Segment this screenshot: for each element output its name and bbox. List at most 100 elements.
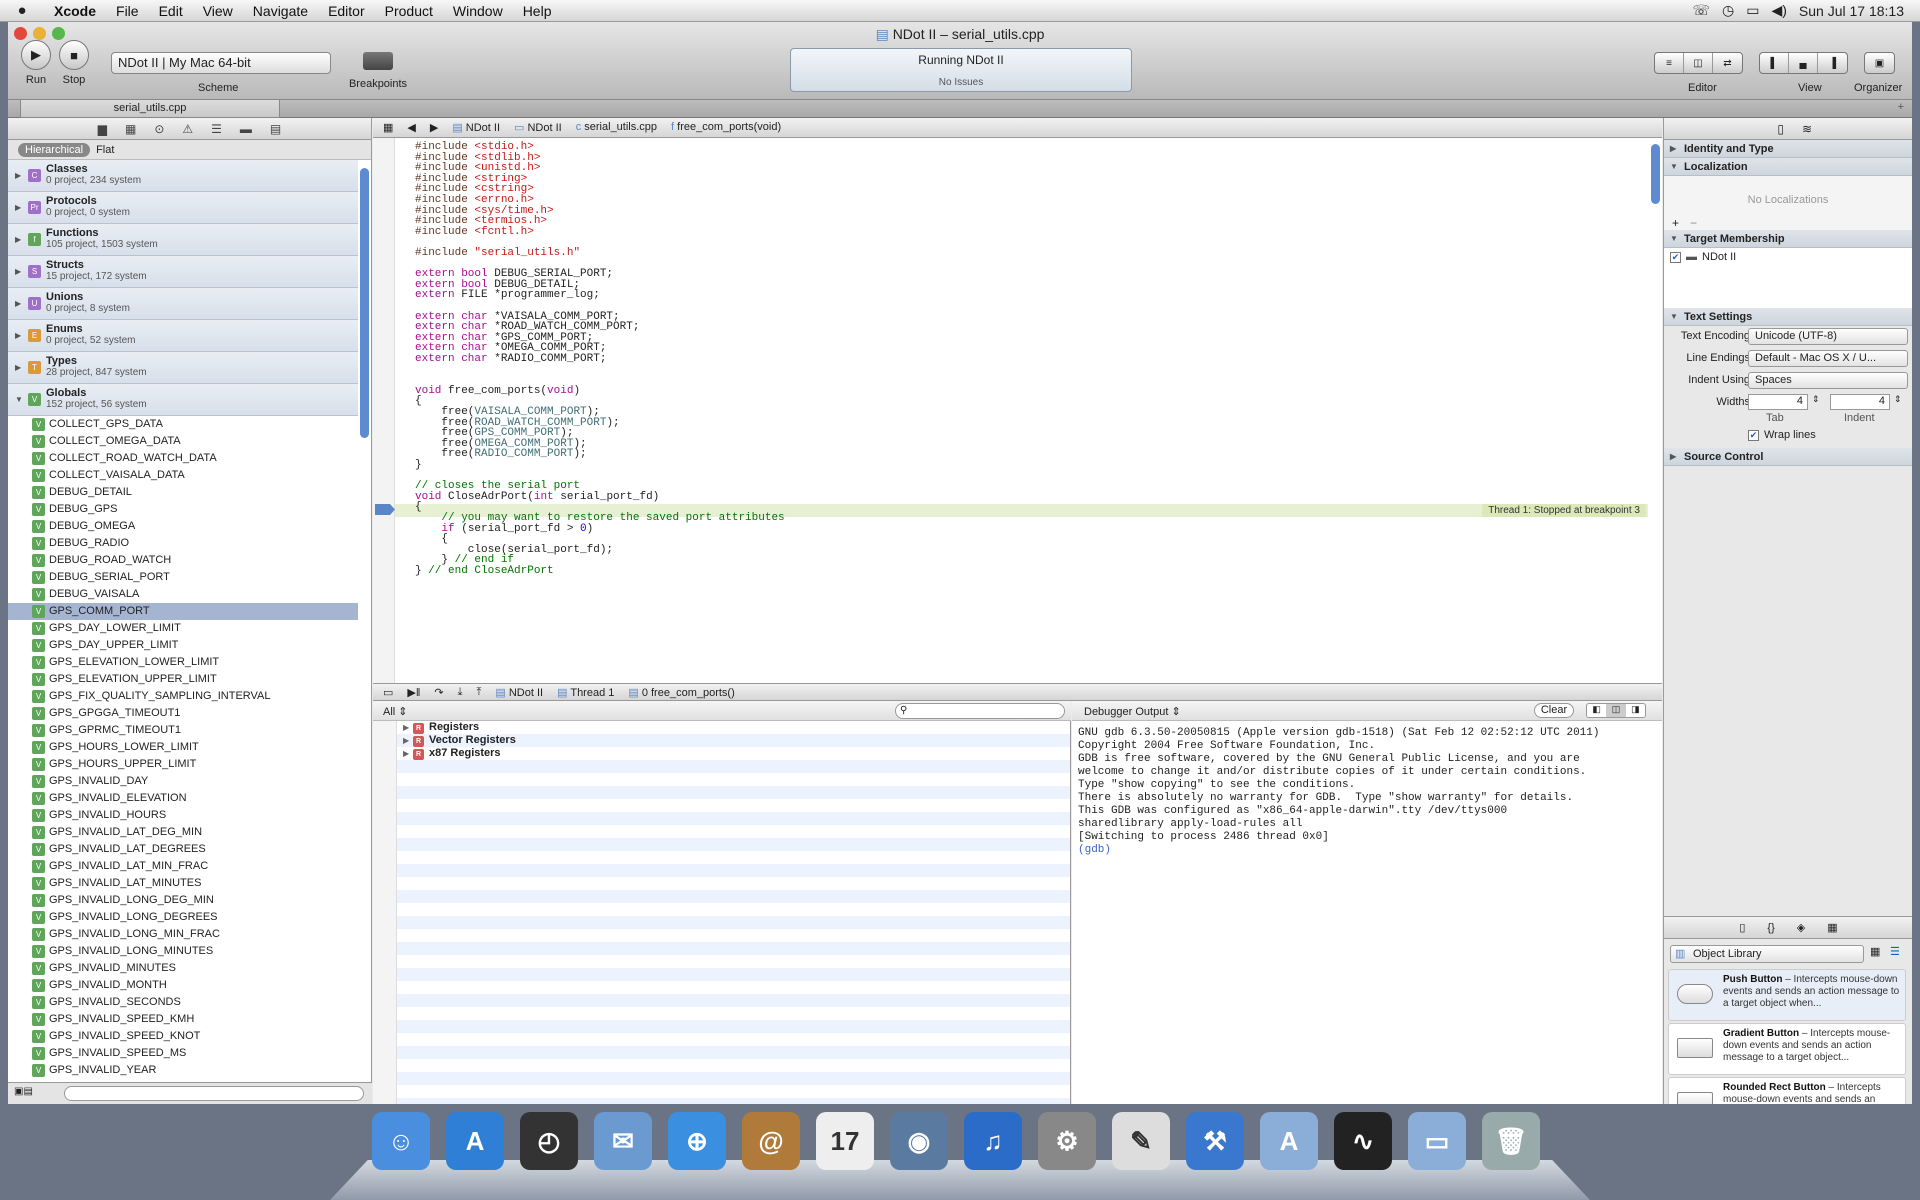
code-snippet-library-icon[interactable]: {} <box>1767 922 1774 934</box>
menu-product[interactable]: Product <box>375 3 443 19</box>
itunes-icon[interactable]: ♫ <box>964 1112 1022 1170</box>
dashboard-icon[interactable]: ◴ <box>520 1112 578 1170</box>
global-symbol-item[interactable]: V GPS_ELEVATION_UPPER_LIMIT <box>8 671 358 688</box>
console-output-popup[interactable]: Debugger Output ⇕ <box>1084 705 1181 718</box>
symbol-group[interactable]: ▶ S Structs 15 project, 172 system <box>8 256 358 288</box>
debug-jump-item[interactable]: ▤ Thread 1 <box>557 686 614 699</box>
global-symbol-item[interactable]: V GPS_INVALID_SPEED_KNOT <box>8 1028 358 1045</box>
global-symbol-item[interactable]: V GPS_FIX_QUALITY_SAMPLING_INTERVAL <box>8 688 358 705</box>
text-encoding-popup[interactable]: Unicode (UTF-8) <box>1748 328 1908 345</box>
symbol-group[interactable]: ▶ E Enums 0 project, 52 system <box>8 320 358 352</box>
library-item[interactable]: Gradient Button – Intercepts mouse-down … <box>1668 1023 1906 1075</box>
view-segmented-control[interactable]: ▌ ▄ ▐ <box>1759 52 1848 74</box>
symbol-group[interactable]: ▶ U Unions 0 project, 8 system <box>8 288 358 320</box>
disclosure-right-icon[interactable]: ▶ <box>403 721 409 734</box>
global-symbol-item[interactable]: V COLLECT_ROAD_WATCH_DATA <box>8 450 358 467</box>
console-only-icon[interactable]: ◨ <box>1626 704 1645 717</box>
navigator-scrollbar[interactable] <box>360 168 369 438</box>
tab-width-field[interactable]: 4 <box>1748 394 1808 410</box>
console-layout-control[interactable]: ◧ ◫ ◨ <box>1586 703 1646 718</box>
global-symbol-item[interactable]: V GPS_HOURS_LOWER_LIMIT <box>8 739 358 756</box>
tab-width-stepper[interactable]: ⇕ <box>1812 394 1820 405</box>
symbol-navigator-icon[interactable]: ▦ <box>125 122 136 136</box>
wrap-lines-checkbox[interactable]: ✔ <box>1748 430 1759 441</box>
breakpoints-button[interactable]: Breakpoints <box>338 50 418 90</box>
finder-icon[interactable]: ☺ <box>372 1112 430 1170</box>
variables-search-input[interactable]: ⚲ <box>895 703 1065 719</box>
textedit-icon[interactable]: ✎ <box>1112 1112 1170 1170</box>
global-symbol-item[interactable]: V GPS_DAY_LOWER_LIMIT <box>8 620 358 637</box>
disclosure-right-icon[interactable]: ▶ <box>403 734 409 747</box>
disclosure-right-icon[interactable]: ▶ <box>15 203 21 212</box>
related-files-icon[interactable]: ▦ <box>383 121 393 134</box>
breakpoint-navigator-icon[interactable]: ▬ <box>240 122 252 136</box>
global-symbol-item[interactable]: V GPS_INVALID_SECONDS <box>8 994 358 1011</box>
address-book-icon[interactable]: @ <box>742 1112 800 1170</box>
debug-toggle-icon[interactable]: ▄ <box>1789 53 1818 73</box>
filter-options-icon[interactable]: ▣▤ <box>14 1086 33 1097</box>
disclosure-right-icon[interactable]: ▶ <box>15 171 21 180</box>
global-symbol-item[interactable]: V DEBUG_SERIAL_PORT <box>8 569 358 586</box>
global-symbol-item[interactable]: V GPS_INVALID_YEAR <box>8 1062 358 1079</box>
applications-folder-icon[interactable]: A <box>1260 1112 1318 1170</box>
menu-editor[interactable]: Editor <box>318 3 375 19</box>
localization-section-header[interactable]: ▼ Localization <box>1664 158 1912 176</box>
global-symbol-item[interactable]: V GPS_INVALID_MONTH <box>8 977 358 994</box>
gutter[interactable] <box>373 138 395 683</box>
global-symbol-item[interactable]: V DEBUG_OMEGA <box>8 518 358 535</box>
global-symbol-item[interactable]: V COLLECT_OMEGA_DATA <box>8 433 358 450</box>
both-views-icon[interactable]: ◫ <box>1606 704 1626 717</box>
global-symbol-item[interactable]: V GPS_INVALID_SPEED_KMH <box>8 1011 358 1028</box>
activity-monitor-icon[interactable]: ∿ <box>1334 1112 1392 1170</box>
register-group-row[interactable]: ▶ R Registers <box>403 721 479 734</box>
phone-icon[interactable]: ☏ <box>1693 2 1711 19</box>
time-machine-icon[interactable]: ◷ <box>1722 2 1734 19</box>
disclosure-right-icon[interactable]: ▶ <box>15 363 21 372</box>
global-symbol-item[interactable]: V DEBUG_GPS <box>8 501 358 518</box>
tab-serial-utils[interactable]: serial_utils.cpp <box>20 100 280 118</box>
global-symbol-item[interactable]: V DEBUG_RADIO <box>8 535 358 552</box>
hierarchical-toggle[interactable]: Hierarchical <box>18 142 91 157</box>
indent-using-popup[interactable]: Spaces <box>1748 372 1908 389</box>
symbol-group[interactable]: ▼ V Globals 152 project, 56 system <box>8 384 358 416</box>
global-symbol-item[interactable]: V GPS_INVALID_LAT_MIN_FRAC <box>8 858 358 875</box>
app-store-icon[interactable]: A <box>446 1112 504 1170</box>
disclosure-right-icon[interactable]: ▶ <box>403 747 409 760</box>
disclosure-right-icon[interactable]: ▶ <box>15 299 21 308</box>
menu-app[interactable]: Xcode <box>44 3 106 19</box>
icon-view-toggle[interactable]: ▦ <box>1870 945 1880 958</box>
remove-localization-icon[interactable]: − <box>1690 216 1697 230</box>
global-symbol-item[interactable]: V GPS_INVALID_SPEED_MS <box>8 1045 358 1062</box>
menu-navigate[interactable]: Navigate <box>243 3 318 19</box>
global-symbol-item[interactable]: V GPS_COMM_PORT <box>8 603 358 620</box>
activity-issues[interactable]: No Issues <box>791 77 1131 88</box>
step-out-icon[interactable]: ⤒ <box>477 686 482 699</box>
forward-icon[interactable]: ▶ <box>430 121 438 134</box>
clear-console-button[interactable]: Clear <box>1534 703 1574 718</box>
symbol-group[interactable]: ▶ T Types 28 project, 847 system <box>8 352 358 384</box>
global-symbol-item[interactable]: V GPS_GPRMC_TIMEOUT1 <box>8 722 358 739</box>
symbol-group[interactable]: ▶ C Classes 0 project, 234 system <box>8 160 358 192</box>
documents-folder-icon[interactable]: ▭ <box>1408 1112 1466 1170</box>
back-icon[interactable]: ◀ <box>407 121 415 134</box>
debug-jump-item[interactable]: ▤ NDot II <box>495 686 543 699</box>
photo-booth-icon[interactable]: ◉ <box>890 1112 948 1170</box>
indent-width-field[interactable]: 4 <box>1830 394 1890 410</box>
issue-navigator-icon[interactable]: ⚠ <box>182 122 193 136</box>
safari-icon[interactable]: ⊕ <box>668 1112 726 1170</box>
global-symbol-item[interactable]: V COLLECT_GPS_DATA <box>8 416 358 433</box>
global-symbol-item[interactable]: V GPS_INVALID_LONG_DEGREES <box>8 909 358 926</box>
global-symbol-item[interactable]: V GPS_INVALID_LAT_DEGREES <box>8 841 358 858</box>
global-symbol-item[interactable]: V COLLECT_VAISALA_DATA <box>8 467 358 484</box>
jump-bar-item[interactable]: ▤ NDot II <box>452 121 500 134</box>
trash-icon[interactable]: 🗑 <box>1482 1112 1540 1170</box>
symbol-group[interactable]: ▶ f Functions 105 project, 1503 system <box>8 224 358 256</box>
global-symbol-item[interactable]: V GPS_DAY_UPPER_LIMIT <box>8 637 358 654</box>
global-symbol-item[interactable]: V GPS_HOURS_UPPER_LIMIT <box>8 756 358 773</box>
project-navigator-icon[interactable]: ▆ <box>98 122 107 136</box>
variables-scope-popup[interactable]: All ⇕ <box>383 705 408 718</box>
ical-icon[interactable]: 17 <box>816 1112 874 1170</box>
editor-scrollbar[interactable] <box>1651 144 1660 204</box>
global-symbol-item[interactable]: V GPS_INVALID_LAT_DEG_MIN <box>8 824 358 841</box>
target-membership-section-header[interactable]: ▼ Target Membership <box>1664 230 1912 248</box>
